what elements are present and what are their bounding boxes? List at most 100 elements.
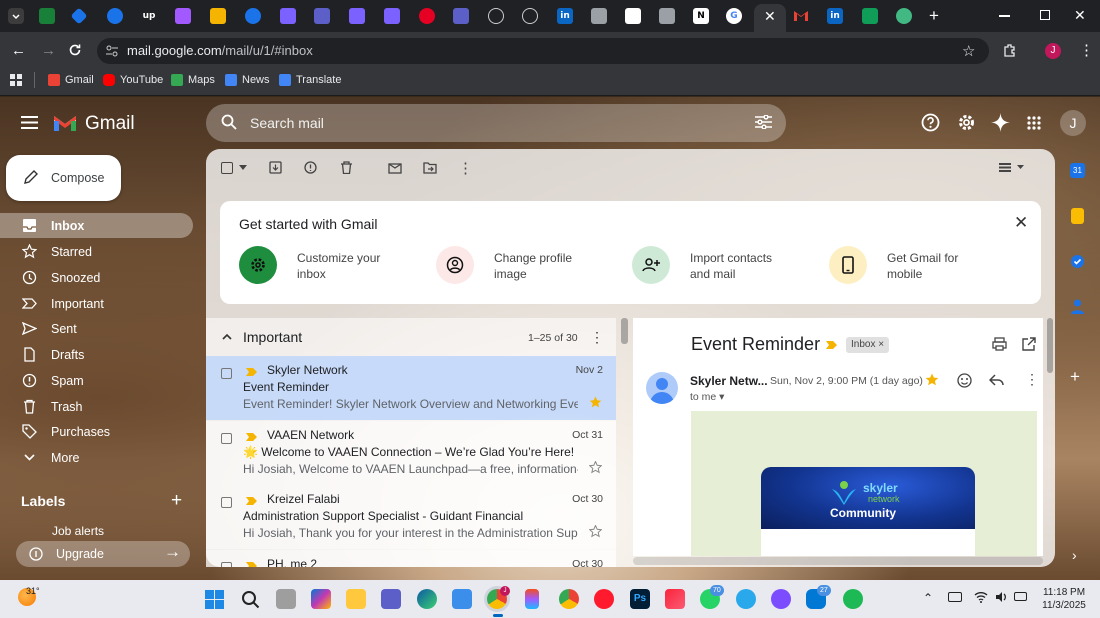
split-view-icon[interactable] [999,163,1025,172]
inbox-tag[interactable]: Inbox × [846,337,890,353]
window-close-button[interactable]: ✕ [1074,7,1086,24]
important-marker-icon[interactable] [246,497,257,505]
tab-close-icon[interactable]: ✕ [764,8,776,25]
tab-figma[interactable] [175,8,191,24]
windows-start-icon[interactable] [205,590,224,609]
tab-app-5[interactable] [862,8,878,24]
tab-canva[interactable] [245,8,261,24]
google-apps-icon[interactable] [1027,116,1041,130]
search-icon[interactable] [221,114,237,130]
tab-notion[interactable]: N [693,8,709,24]
tab-google[interactable]: G [726,8,742,24]
nav-drafts[interactable]: Drafts [0,342,193,367]
bookmark-news[interactable]: News [225,74,270,86]
tab-sheets[interactable] [39,8,55,24]
copilot-icon[interactable] [311,589,331,609]
move-to-icon[interactable] [423,161,437,174]
important-marker-icon[interactable] [246,562,257,567]
upgrade-button[interactable]: Upgrade → [16,541,190,567]
compose-button[interactable]: Compose [6,155,121,201]
tab-gmail[interactable] [793,8,809,24]
delete-icon[interactable] [340,161,353,174]
search-options-icon[interactable] [755,115,772,129]
email-row[interactable]: Kreizel Falabi Oct 30 Administration Sup… [206,485,616,549]
select-dropdown-icon[interactable] [239,165,247,170]
store-icon[interactable] [452,589,472,609]
tab-app-2[interactable] [384,8,400,24]
clock-date[interactable]: 11/3/2025 [1039,600,1089,611]
tab-linkedin[interactable]: in [557,8,573,24]
tab-openai[interactable] [488,8,504,24]
more-options-icon[interactable]: ⋮ [458,159,473,177]
tab-openai-2[interactable] [522,8,538,24]
tab-app-4[interactable] [625,8,641,24]
spotify-icon[interactable] [843,589,863,609]
main-menu-icon[interactable] [21,116,38,129]
important-marker-icon[interactable] [246,433,257,441]
message-more-icon[interactable]: ⋮ [1025,371,1039,388]
nav-sent[interactable]: Sent [0,316,193,341]
important-marker-icon[interactable] [826,341,837,349]
reply-icon[interactable] [989,374,1004,386]
tab-search-button[interactable] [8,8,24,24]
import-contacts-text[interactable]: Import contacts and mail [690,250,800,282]
change-profile-button[interactable] [436,246,474,284]
battery-icon[interactable] [1014,592,1027,601]
keyboard-icon[interactable] [948,592,962,602]
volume-icon[interactable] [995,591,1008,603]
starred-icon[interactable] [589,396,602,409]
email-row[interactable]: VAAEN Network Oct 31 🌟 Welcome to VAAEN … [206,421,616,485]
telegram-icon[interactable] [736,589,756,609]
back-button[interactable]: ← [11,42,26,59]
skyler-community-banner[interactable]: skyler network Community [761,467,975,529]
recipient-line[interactable]: to me ▾ [690,391,724,403]
list-scrollbar[interactable] [621,318,628,344]
email-row[interactable]: Skyler Network Nov 2 Event Reminder Even… [206,356,616,420]
archive-icon[interactable] [269,161,282,174]
label-job-alerts[interactable]: Job alerts [52,525,182,535]
contacts-icon[interactable] [1071,298,1084,314]
nav-important[interactable]: Important [0,291,193,316]
bookmark-star-icon[interactable]: ☆ [962,42,975,60]
gmail-mobile-button[interactable] [829,246,867,284]
starred-icon[interactable] [925,373,939,387]
account-avatar[interactable]: J [1060,110,1086,136]
report-spam-icon[interactable] [304,161,317,174]
wifi-icon[interactable] [974,591,988,603]
settings-gear-icon[interactable] [957,113,976,132]
row-checkbox[interactable] [221,497,232,508]
calendar-icon[interactable]: 31 [1070,163,1085,178]
reload-button[interactable] [68,43,82,57]
site-info-icon[interactable] [105,44,119,58]
tab-stack[interactable] [591,8,607,24]
row-checkbox[interactable] [221,433,232,444]
tab-app-1[interactable] [314,8,330,24]
tab-linkedin-2[interactable]: in [827,8,843,24]
keep-icon[interactable] [1071,208,1084,224]
taskbar-search-icon[interactable] [241,590,260,609]
customize-inbox-button[interactable] [239,246,277,284]
minimize-button[interactable] [999,15,1010,17]
add-addon-button[interactable]: + [1070,367,1080,387]
tab-heart-2[interactable] [349,8,365,24]
chrome-icon[interactable] [559,589,579,609]
photoshop-icon[interactable]: Ps [630,589,650,609]
tray-chevron-icon[interactable]: ⌃ [923,591,933,605]
mark-read-icon[interactable] [388,161,402,174]
nav-spam[interactable]: Spam [0,368,193,393]
profile-avatar[interactable]: J [1045,43,1061,59]
nav-starred[interactable]: Starred [0,239,193,264]
sender-name[interactable]: Skyler Netw... [690,374,768,388]
emoji-reaction-icon[interactable] [957,373,972,388]
tab-app-3[interactable] [453,8,469,24]
email-row[interactable]: PH, me 2 Oct 30 [206,550,616,567]
star-icon[interactable] [589,461,602,474]
close-get-started-icon[interactable]: ✕ [1014,213,1028,233]
tab-slides[interactable] [210,8,226,24]
bookmark-maps[interactable]: Maps [171,74,215,86]
nav-inbox[interactable]: Inbox [0,213,193,238]
figma-icon[interactable] [525,589,539,609]
search-input[interactable]: Search mail [250,115,324,131]
import-contacts-button[interactable] [632,246,670,284]
proton-icon[interactable] [771,589,791,609]
